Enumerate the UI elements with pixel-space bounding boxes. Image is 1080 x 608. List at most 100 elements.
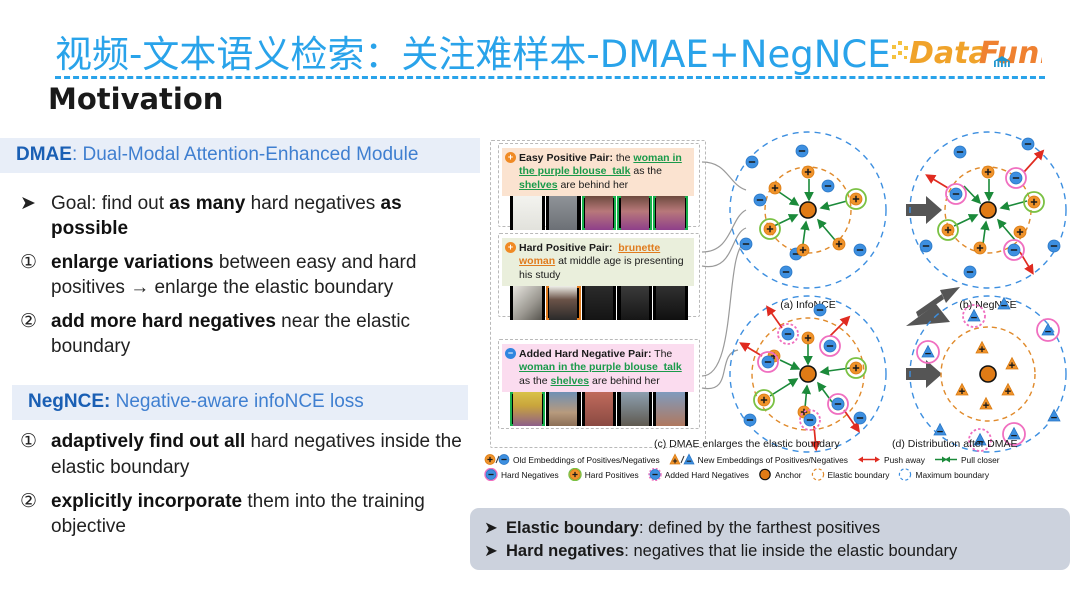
bullet-marker: ② <box>20 490 38 512</box>
elastic-boundary-icon <box>811 468 824 481</box>
legend-label: Hard Negatives <box>501 469 559 480</box>
pair-card-1: + Hard Positive Pair: brunette woman at m… <box>502 238 694 321</box>
maximum-boundary-icon <box>899 468 912 481</box>
video-thumbnail[interactable] <box>653 286 688 321</box>
title-divider <box>55 76 1045 79</box>
thumbnail-image <box>513 286 542 321</box>
thumbnail-image <box>548 392 578 427</box>
thumbnail-strip-0 <box>502 196 694 231</box>
legend-item-push-away-arrow: Push away <box>857 453 925 466</box>
legend-label: Push away <box>884 454 925 465</box>
svg-text:Data: Data <box>909 36 989 71</box>
bullet-marker: ➤ <box>20 193 36 214</box>
negnce-bullet-0: ① adaptively find out all hard negatives … <box>20 431 462 478</box>
hard-negative-icon <box>484 468 498 481</box>
legend-item-added-hard-negative: Added Hard Negatives <box>648 468 749 481</box>
video-thumbnail[interactable] <box>510 392 545 427</box>
thumbnail-image <box>513 196 542 231</box>
pull-closer-arrow-icon <box>934 456 957 463</box>
pair-caption-1: + Hard Positive Pair: brunette woman at m… <box>502 238 694 287</box>
video-thumbnail[interactable] <box>617 286 653 321</box>
summary-callout: ➤ Elastic boundary: defined by the farthe… <box>470 508 1070 570</box>
legend-item-maximum-boundary: Maximum boundary <box>898 468 989 481</box>
callout-list: ➤ Elastic boundary: defined by the farthe… <box>470 508 1070 564</box>
negnce-bullet-1: ② explicitly incorporate them into the tr… <box>20 490 425 537</box>
video-thumbnail[interactable] <box>581 286 617 321</box>
legend-item-hard-positive: Hard Positives <box>568 468 639 481</box>
legend-item-new-embeddings: New Embeddings of Positives/Negatives <box>669 453 848 466</box>
thumbnail-image <box>620 392 650 427</box>
thumbnail-image <box>548 196 578 231</box>
thumbnail-image <box>584 286 614 321</box>
legend-item-old-embeddings: Old Embeddings of Positives/Negatives <box>484 453 660 466</box>
pair-caption-0: + Easy Positive Pair: the woman in the pu… <box>502 148 694 197</box>
thumbnail-strip-2 <box>502 392 694 427</box>
thumbnail-image <box>513 392 542 427</box>
anchor-icon <box>759 468 771 481</box>
video-thumbnail[interactable] <box>653 392 688 427</box>
section-heading: Motivation <box>48 82 224 116</box>
callout-item-1: ➤ Hard negatives: negatives that lie insi… <box>484 540 1058 563</box>
negnce-band: NegNCE: Negative-aware infoNCE loss <box>12 385 468 421</box>
bullet-marker: ➤ <box>484 542 498 561</box>
negnce-band-rest: Negative-aware infoNCE loss <box>110 391 364 413</box>
dmae-band-key: DMAE <box>16 144 72 165</box>
thumbnail-image <box>656 196 685 231</box>
thumbnail-image <box>656 286 685 321</box>
thumbnail-image <box>656 392 685 427</box>
video-thumbnail[interactable] <box>617 392 653 427</box>
panel-caption-d: (d) Distribution after DMAE <box>892 438 1018 450</box>
video-thumbnail[interactable] <box>510 286 545 321</box>
video-thumbnail[interactable] <box>617 196 653 231</box>
callout-item-0: ➤ Elastic boundary: defined by the farthe… <box>484 517 1058 540</box>
bullet-marker: ② <box>20 311 38 333</box>
legend-label: Anchor <box>775 469 802 480</box>
video-thumbnail[interactable] <box>545 196 581 231</box>
legend-label: Pull closer <box>960 454 1000 465</box>
thumbnail-image <box>548 286 578 321</box>
arrow-b-to-c <box>906 287 960 326</box>
legend-label: New Embeddings of Positives/Negatives <box>697 454 848 465</box>
bullet-marker: ① <box>20 431 38 453</box>
legend-label: Old Embeddings of Positives/Negatives <box>513 454 660 465</box>
legend-label: Maximum boundary <box>915 469 990 480</box>
thumbnail-strip-1 <box>502 286 694 321</box>
embedding-space-panels: (a) InfoNCE (b) NegNCE <box>729 131 1067 453</box>
legend-item-anchor: Anchor <box>758 468 802 481</box>
added-hard-negative-icon <box>648 468 662 481</box>
pair-badge-icon: + <box>505 242 516 253</box>
thumbnail-image <box>620 196 650 231</box>
dmae-bullet-1: ① enlarge variations between easy and har… <box>20 252 417 299</box>
legend-label: Hard Positives <box>584 469 639 480</box>
old-embeddings-icon <box>484 454 510 465</box>
figure-legend: Old Embeddings of Positives/Negatives New… <box>484 452 1080 482</box>
pair-card-0: + Easy Positive Pair: the woman in the pu… <box>502 148 694 231</box>
dmae-bullet-list: ➤ Goal: find out as many hard negatives a… <box>20 191 466 359</box>
thumbnail-image <box>584 392 614 427</box>
legend-item-pull-closer-arrow: Pull closer <box>934 453 1000 466</box>
hard-positive-icon <box>568 468 582 481</box>
video-thumbnail[interactable] <box>581 196 617 231</box>
legend-item-hard-negative: Hard Negatives <box>484 468 559 481</box>
push-away-arrow-icon <box>858 456 880 463</box>
legend-label: Elastic boundary <box>827 469 890 480</box>
video-thumbnail[interactable] <box>653 196 688 231</box>
datafun-logo: Data Fun. <box>892 36 1042 71</box>
video-thumbnail[interactable] <box>545 286 581 321</box>
pair-badge-icon: − <box>505 348 516 359</box>
video-thumbnail[interactable] <box>510 196 545 231</box>
dmae-band-rest: : Dual-Modal Attention-Enhanced Module <box>71 144 419 165</box>
method-figure: + Easy Positive Pair: the woman in the pu… <box>484 126 1080 498</box>
bullet-marker: ➤ <box>484 519 498 537</box>
bullet-marker: ① <box>20 252 38 274</box>
video-thumbnail[interactable] <box>545 392 581 427</box>
panel-caption-c: (c) DMAE enlarges the elastic boundary <box>654 438 840 450</box>
video-thumbnail[interactable] <box>581 392 617 427</box>
legend-row-1: Old Embeddings of Positives/Negatives New… <box>484 452 1080 467</box>
negnce-band-key: NegNCE: <box>28 391 111 413</box>
page-title: 视频-文本语义检索：关注难样本-DMAE+NegNCE <box>55 33 891 76</box>
arrow-c-to-d <box>906 360 942 388</box>
thumbnail-image <box>620 286 650 321</box>
pair-badge-icon: + <box>505 152 516 163</box>
new-embeddings-icon <box>669 453 695 465</box>
